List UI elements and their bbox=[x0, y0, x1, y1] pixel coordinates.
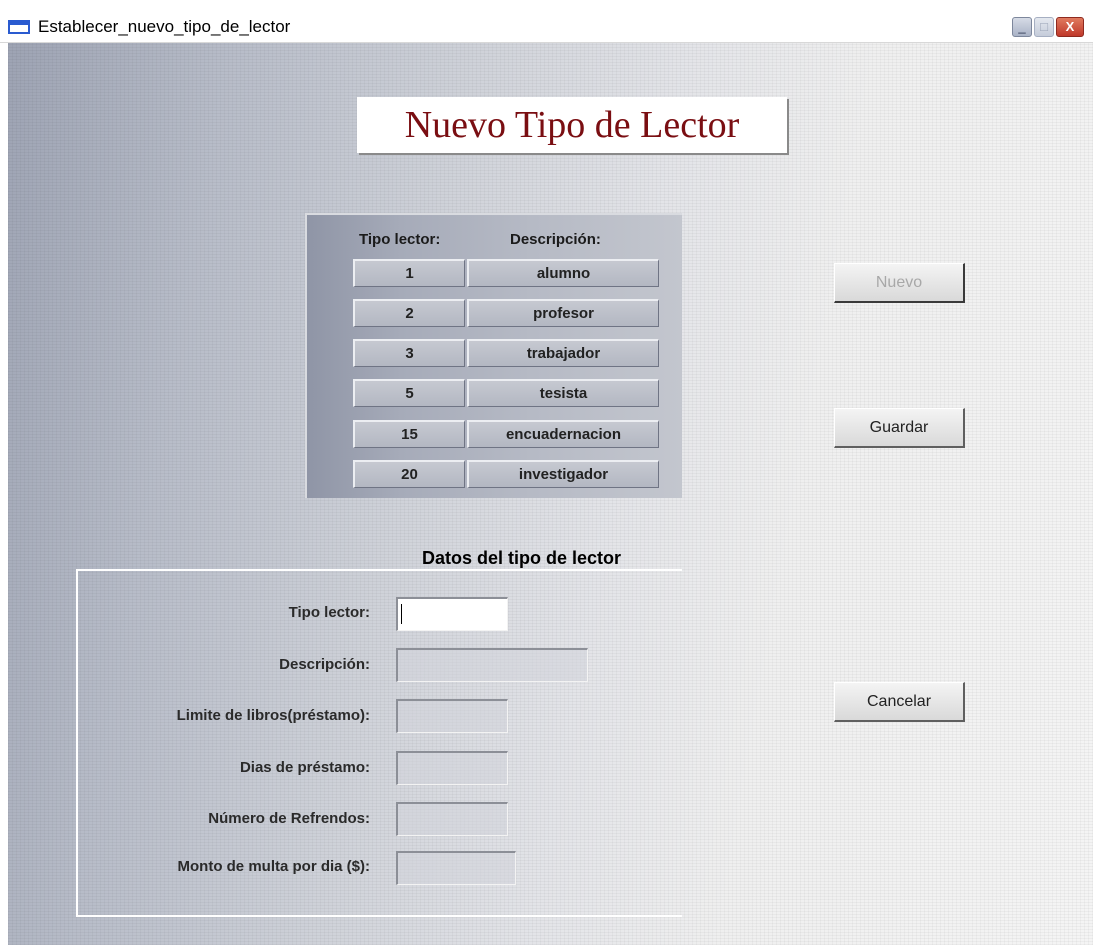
monto-multa-input[interactable] bbox=[396, 851, 516, 885]
cancelar-button[interactable]: Cancelar bbox=[834, 682, 965, 722]
table-cell-id[interactable]: 15 bbox=[353, 420, 465, 448]
dias-prestamo-input[interactable] bbox=[396, 751, 508, 785]
numero-refrendos-input[interactable] bbox=[396, 802, 508, 836]
group-title: Datos del tipo de lector bbox=[422, 548, 622, 568]
tipo-lector-label: Tipo lector: bbox=[288, 604, 370, 621]
descripcion-label: Descripción: bbox=[279, 656, 370, 673]
maximize-button[interactable]: □ bbox=[1034, 17, 1054, 37]
column-header-descripcion: Descripción: bbox=[510, 231, 601, 248]
table-cell-desc[interactable]: tesista bbox=[467, 379, 659, 407]
column-header-tipo-lector: Tipo lector: bbox=[359, 231, 441, 248]
table-cell-id[interactable]: 5 bbox=[353, 379, 465, 407]
limite-libros-input[interactable] bbox=[396, 699, 508, 733]
guardar-button[interactable]: Guardar bbox=[834, 408, 965, 448]
table-cell-desc[interactable]: profesor bbox=[467, 299, 659, 327]
title-bar: Establecer_nuevo_tipo_de_lector _ □ X bbox=[0, 0, 1093, 43]
minimize-button[interactable]: _ bbox=[1012, 17, 1032, 37]
reader-types-table: Tipo lector: Descripción: 1 alumno 2 pro… bbox=[305, 213, 682, 498]
dias-prestamo-label: Dias de préstamo: bbox=[239, 759, 370, 776]
table-cell-desc[interactable]: investigador bbox=[467, 460, 659, 488]
table-cell-id[interactable]: 2 bbox=[353, 299, 465, 327]
page-title-box: Nuevo Tipo de Lector bbox=[357, 97, 787, 153]
monto-multa-label: Monto de multa por dia ($): bbox=[177, 858, 371, 875]
table-cell-id[interactable]: 1 bbox=[353, 259, 465, 287]
nuevo-button[interactable]: Nuevo bbox=[834, 263, 965, 303]
window-app-icon bbox=[8, 20, 30, 34]
table-cell-desc[interactable]: encuadernacion bbox=[467, 420, 659, 448]
limite-libros-label: Limite de libros(préstamo): bbox=[176, 707, 370, 724]
table-cell-id[interactable]: 3 bbox=[353, 339, 465, 367]
close-button[interactable]: X bbox=[1056, 17, 1084, 37]
table-cell-id[interactable]: 20 bbox=[353, 460, 465, 488]
descripcion-input[interactable] bbox=[396, 648, 588, 682]
table-cell-desc[interactable]: trabajador bbox=[467, 339, 659, 367]
window-title: Establecer_nuevo_tipo_de_lector bbox=[38, 17, 291, 36]
tipo-lector-input[interactable] bbox=[396, 597, 508, 631]
numero-refrendos-label: Número de Refrendos: bbox=[208, 810, 370, 827]
table-cell-desc[interactable]: alumno bbox=[467, 259, 659, 287]
page-title: Nuevo Tipo de Lector bbox=[404, 104, 740, 146]
